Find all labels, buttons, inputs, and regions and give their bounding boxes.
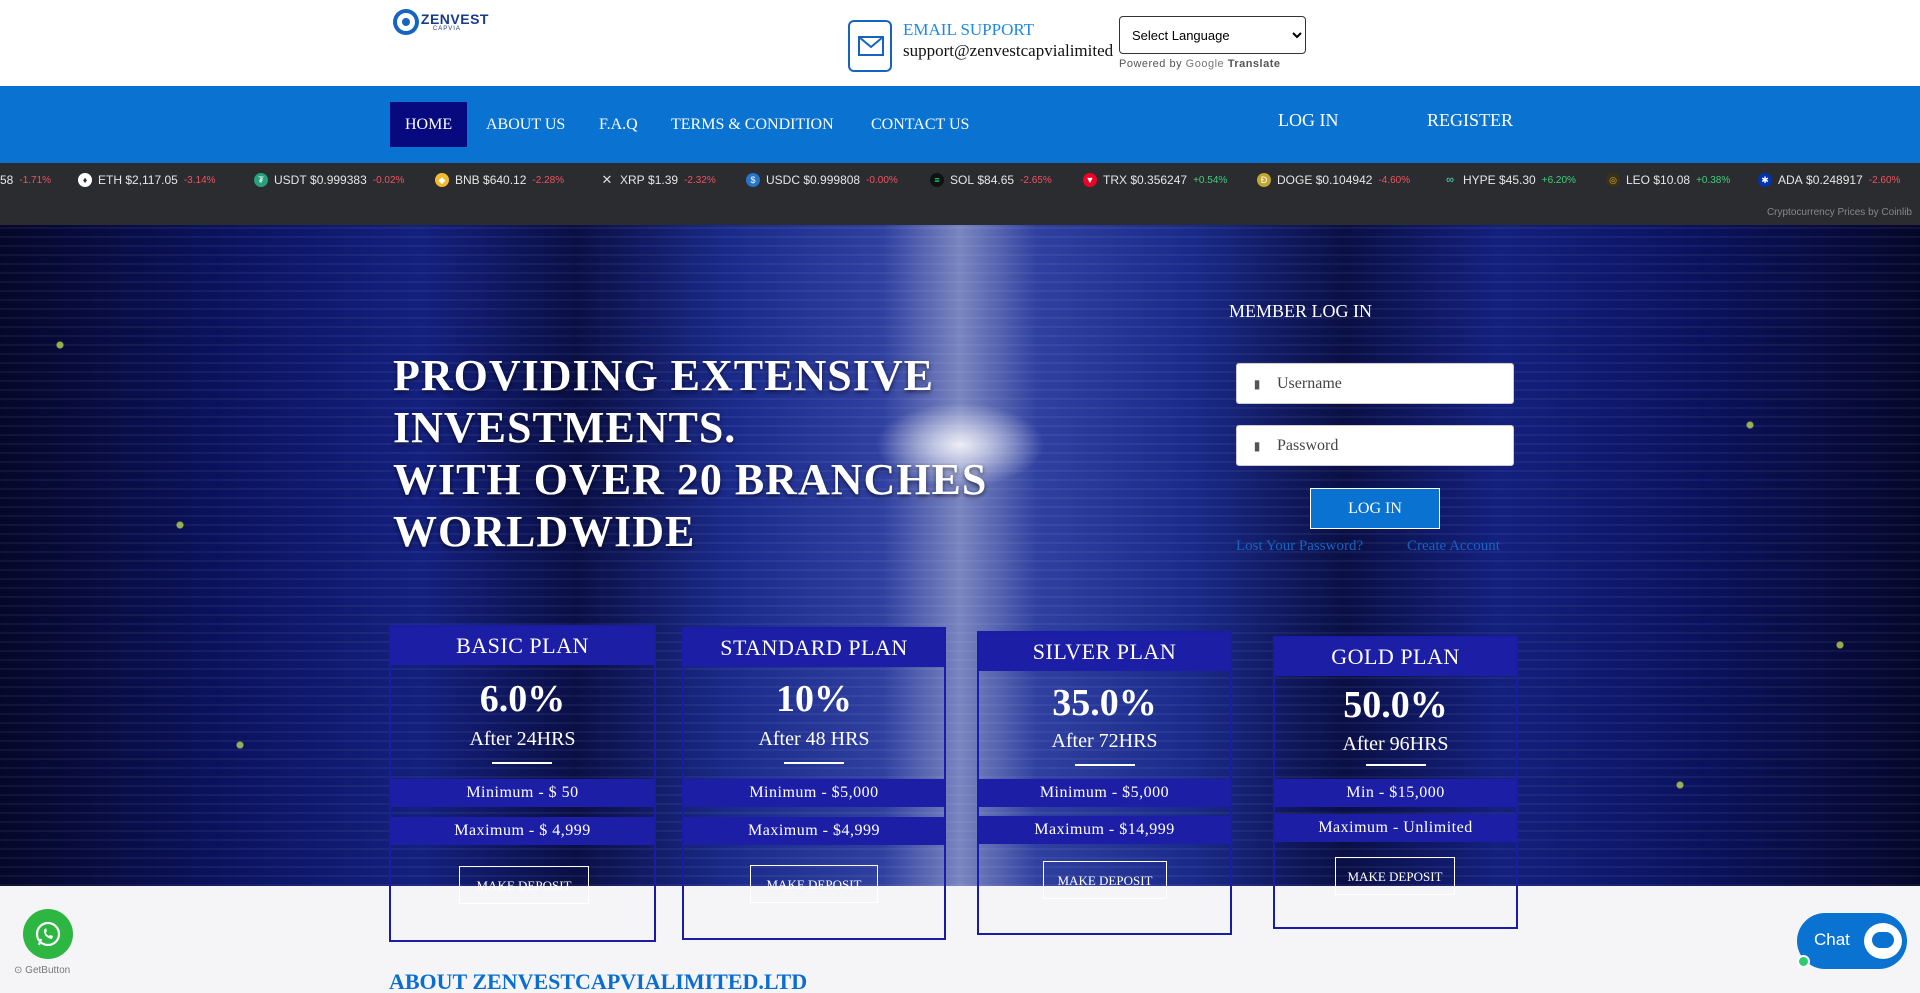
nav-login-link[interactable]: LOG IN	[1278, 110, 1339, 131]
make-deposit-button[interactable]: MAKE DEPOSIT	[750, 865, 878, 903]
site-logo[interactable]: ZENVEST CAPVIA	[393, 7, 489, 37]
plan-minimum: Minimum - $5,000	[979, 779, 1230, 807]
plan-rate: 10%	[776, 678, 852, 720]
getbutton-credit[interactable]: ⊙ GetButton	[14, 965, 70, 976]
nav-faq[interactable]: F.A.Q	[599, 102, 638, 147]
member-login-title: MEMBER LOG IN	[1229, 301, 1372, 321]
ada-icon: ✱	[1758, 173, 1772, 187]
plan-maximum: Maximum - $ 4,999	[391, 817, 654, 845]
plan-minimum: Min - $15,000	[1275, 779, 1516, 807]
email-icon	[848, 20, 892, 72]
plan-title: SILVER PLAN	[979, 633, 1230, 671]
ticker-item[interactable]: ◆ BNB $640.12 -2.28%	[435, 173, 564, 187]
lock-icon: ▮	[1253, 438, 1261, 453]
online-status-dot	[1797, 955, 1810, 968]
ticker-item[interactable]: ✕ XRP $1.39 -2.32%	[600, 172, 716, 188]
top-header: ZENVEST CAPVIA EMAIL SUPPORT support@zen…	[0, 0, 1920, 86]
whatsapp-button[interactable]	[23, 909, 73, 959]
ticker-item[interactable]: ₮ USDT $0.999383 -0.02%	[254, 173, 404, 187]
trx-icon: ▼	[1083, 173, 1097, 187]
ticker-item[interactable]: ♦ ETH $2,117.05 -3.14%	[78, 173, 216, 187]
plan-duration: After 96HRS	[1342, 733, 1449, 755]
usdt-icon: ₮	[254, 173, 268, 187]
plan-duration: After 48 HRS	[758, 728, 870, 750]
plan-divider	[1075, 764, 1135, 766]
make-deposit-button[interactable]: MAKE DEPOSIT	[1335, 857, 1455, 895]
ticker-item[interactable]: ✱ ADA $0.248917 -2.60%	[1758, 173, 1900, 187]
password-field[interactable]: ▮ Password	[1236, 425, 1514, 466]
plan-minimum: Minimum - $ 50	[391, 779, 654, 807]
eth-icon: ♦	[78, 173, 92, 187]
make-deposit-button[interactable]: MAKE DEPOSIT	[459, 866, 589, 904]
leo-icon: ◎	[1606, 173, 1620, 187]
plan-card-basic: BASIC PLAN 6.0% After 24HRS Minimum - $ …	[389, 625, 656, 942]
logo-text: ZENVEST	[420, 11, 489, 27]
plan-title: STANDARD PLAN	[684, 629, 944, 667]
ticker-item[interactable]: $ USDC $0.999808 -0.00%	[746, 173, 898, 187]
plan-maximum: Maximum - $4,999	[684, 817, 944, 845]
xrp-icon: ✕	[601, 172, 613, 187]
crypto-price-ticker: 58 -1.71% ♦ ETH $2,117.05 -3.14% ₮ USDT …	[0, 163, 1920, 225]
google-translate-credit: Powered by Google Translate	[1119, 58, 1281, 70]
google-logo: Google	[1185, 58, 1225, 70]
email-support-label: EMAIL SUPPORT	[903, 20, 1035, 39]
language-select[interactable]: Select Language	[1119, 16, 1306, 54]
create-account-link[interactable]: Create Account	[1407, 538, 1500, 555]
logo-icon	[393, 9, 419, 35]
about-heading: ABOUT ZENVESTCAPVIALIMITED.LTD	[389, 969, 808, 993]
ticker-item[interactable]: ▼ TRX $0.356247 +0.54%	[1083, 173, 1227, 187]
plan-minimum: Minimum - $5,000	[684, 779, 944, 807]
whatsapp-icon	[35, 921, 61, 947]
ticker-item[interactable]: ≡ SOL $84.65 -2.65%	[930, 173, 1052, 187]
plan-title: GOLD PLAN	[1275, 638, 1516, 676]
usdc-icon: $	[746, 173, 760, 187]
plan-divider	[784, 762, 844, 764]
nav-register-link[interactable]: REGISTER	[1427, 110, 1513, 131]
make-deposit-button[interactable]: MAKE DEPOSIT	[1043, 861, 1167, 899]
bnb-icon: ◆	[435, 173, 449, 187]
forgot-password-link[interactable]: Lost Your Password?	[1236, 538, 1363, 555]
ticker-item[interactable]: ∞ HYPE $45.30 +6.20%	[1443, 173, 1576, 187]
plan-duration: After 72HRS	[1051, 730, 1158, 752]
plan-rate: 6.0%	[479, 678, 566, 720]
plan-divider	[1366, 764, 1426, 766]
plan-card-standard: STANDARD PLAN 10% After 48 HRS Minimum -…	[682, 627, 946, 940]
chat-label: Chat	[1814, 930, 1850, 949]
plan-maximum: Maximum - $14,999	[979, 816, 1230, 844]
nav-contact-us[interactable]: CONTACT US	[871, 102, 969, 147]
nav-terms[interactable]: TERMS & CONDITION	[671, 102, 834, 147]
plan-title: BASIC PLAN	[391, 627, 654, 665]
plan-maximum: Maximum - Unlimited	[1275, 814, 1516, 842]
ticker-credit[interactable]: Cryptocurrency Prices by Coinlib	[1767, 207, 1912, 218]
chat-bubble-icon	[1864, 923, 1902, 959]
email-support-address[interactable]: support@zenvestcapvialimited	[903, 41, 1113, 61]
sol-icon: ≡	[930, 173, 944, 187]
main-nav: HOME ABOUT US F.A.Q TERMS & CONDITION CO…	[0, 86, 1920, 163]
doge-icon: Ð	[1257, 173, 1271, 187]
nav-about-us[interactable]: ABOUT US	[486, 102, 565, 147]
ticker-item[interactable]: ◎ LEO $10.08 +0.38%	[1606, 173, 1730, 187]
login-button[interactable]: LOG IN	[1310, 488, 1440, 529]
nav-home[interactable]: HOME	[390, 102, 468, 147]
plan-card-gold: GOLD PLAN 50.0% After 96HRS Min - $15,00…	[1273, 636, 1518, 929]
plan-duration: After 24HRS	[469, 728, 576, 750]
logo-subtext: CAPVIA	[432, 26, 461, 32]
chat-widget-button[interactable]: Chat	[1797, 913, 1907, 969]
hero-headline: PROVIDING EXTENSIVE INVESTMENTS. WITH OV…	[393, 351, 988, 556]
plan-rate: 35.0%	[1052, 682, 1157, 724]
username-field[interactable]: ▮ Username	[1236, 363, 1514, 404]
hype-icon: ∞	[1446, 174, 1454, 186]
ticker-item[interactable]: Ð DOGE $0.104942 -4.60%	[1257, 173, 1410, 187]
user-icon: ▮	[1253, 376, 1261, 391]
plan-divider	[492, 762, 552, 764]
ticker-item[interactable]: 58 -1.71%	[0, 173, 51, 187]
plan-rate: 50.0%	[1343, 684, 1448, 726]
plan-card-silver: SILVER PLAN 35.0% After 72HRS Minimum - …	[977, 631, 1232, 935]
